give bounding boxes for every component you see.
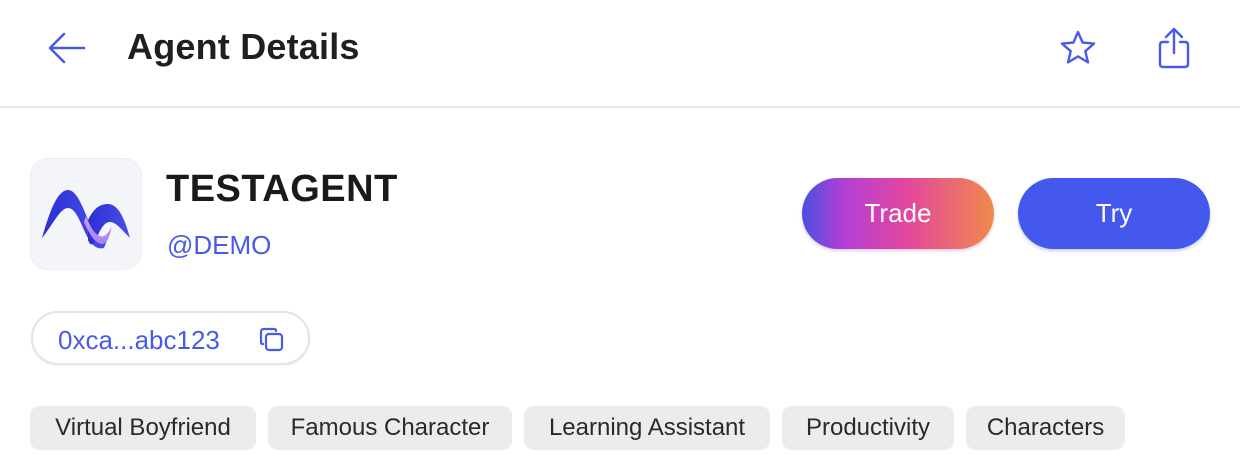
agent-handle[interactable]: @DEMO [167,230,271,261]
favorite-button[interactable] [1054,24,1102,72]
top-bar: Agent Details [0,0,1240,108]
tag-productivity[interactable]: Productivity [782,406,954,450]
arrow-left-icon [48,32,86,64]
tag-famous-character[interactable]: Famous Character [268,406,512,450]
agent-avatar [30,158,142,270]
page-title: Agent Details [127,26,360,67]
tag-characters[interactable]: Characters [966,406,1125,450]
wave-logo-icon [42,190,130,249]
contract-address-pill[interactable]: 0xca...abc123 [31,311,310,365]
back-button[interactable] [40,24,92,72]
agent-name: TESTAGENT [166,168,398,210]
trade-button[interactable]: Trade [802,178,994,249]
contract-address: 0xca...abc123 [58,325,220,355]
tag-learning-assistant[interactable]: Learning Assistant [524,406,770,450]
star-icon [1060,30,1096,64]
share-button[interactable] [1150,24,1198,72]
try-button[interactable]: Try [1018,178,1210,249]
copy-icon[interactable] [259,327,285,353]
tag-virtual-boyfriend[interactable]: Virtual Boyfriend [30,406,256,450]
share-icon [1158,27,1190,69]
